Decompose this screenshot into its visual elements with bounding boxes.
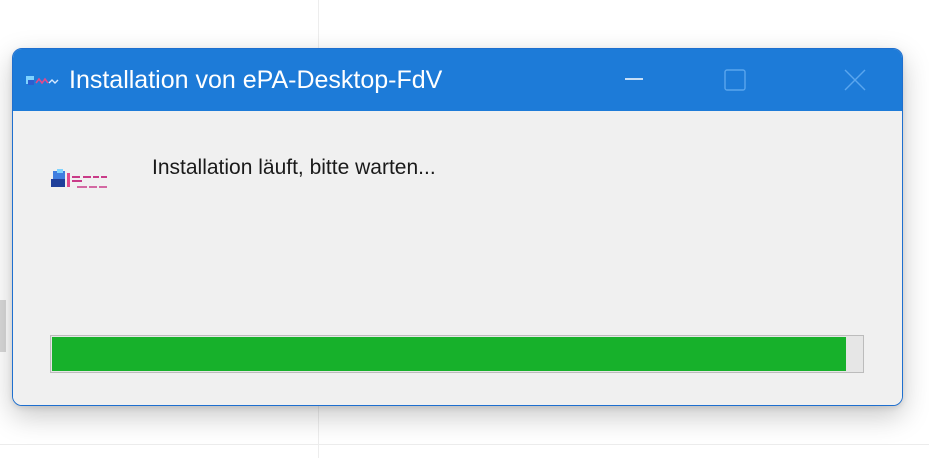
installer-dialog: Installation von ePA-Desktop-FdV Install… xyxy=(12,48,903,406)
vendor-logo-icon xyxy=(49,165,129,201)
close-icon xyxy=(844,69,866,91)
window-title: Installation von ePA-Desktop-FdV xyxy=(69,66,443,94)
dialog-content: Installation läuft, bitte warten... xyxy=(13,111,902,405)
installation-progress-bar xyxy=(50,335,864,373)
background-window-edge xyxy=(0,300,6,352)
background-divider-horizontal xyxy=(0,444,929,445)
title-bar[interactable]: Installation von ePA-Desktop-FdV xyxy=(13,49,902,111)
maximize-icon xyxy=(724,69,746,91)
minimize-icon xyxy=(625,78,643,80)
close-button[interactable] xyxy=(799,49,899,111)
app-icon xyxy=(25,71,63,91)
status-message: Installation läuft, bitte warten... xyxy=(152,156,436,179)
desktop-background: Installation von ePA-Desktop-FdV Install… xyxy=(0,0,929,458)
minimize-button[interactable] xyxy=(579,49,679,111)
progress-fill xyxy=(52,337,846,371)
maximize-button[interactable] xyxy=(689,49,789,111)
